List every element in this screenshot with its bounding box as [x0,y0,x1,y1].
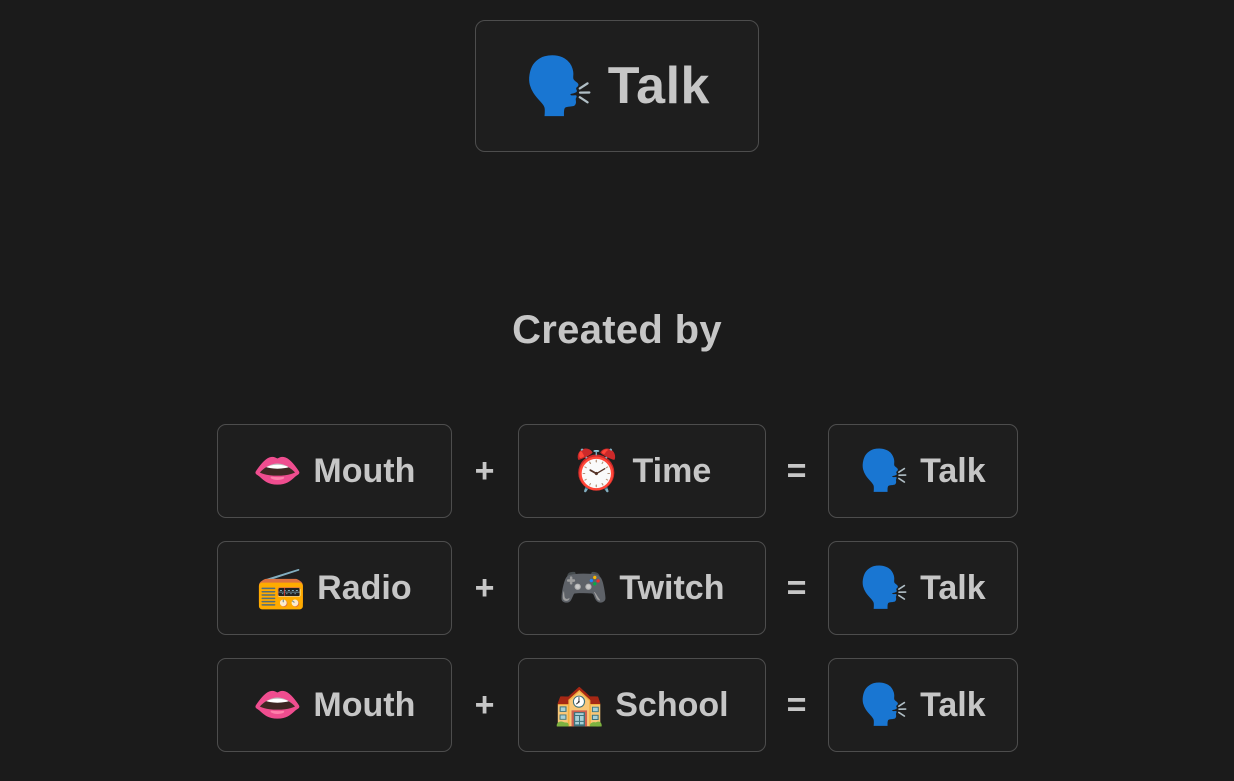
mouth-icon: 👄 [252,683,303,727]
recipe-result[interactable]: 🗣️ Talk [827,658,1018,752]
recipe-result-label: Talk [920,685,986,724]
recipe-result-label: Talk [920,451,986,490]
recipe-ingredient-a[interactable]: 👄 Mouth [216,658,452,752]
recipe-ingredient-b-label: Time [632,451,712,490]
result-card[interactable]: 🗣️ Talk [475,20,759,152]
recipe-ingredient-a-label: Mouth [313,451,416,490]
recipe-ingredient-b-label: School [615,685,729,724]
speaking-head-icon: 🗣️ [524,54,594,117]
recipe-result-label: Talk [920,568,986,607]
equals-operator: = [786,685,807,724]
recipe-ingredient-b[interactable]: ⏰ Time [517,424,766,518]
result-card-container: 🗣️ Talk [0,20,1234,152]
recipe-result[interactable]: 🗣️ Talk [827,424,1018,518]
recipe-row: 👄 Mouth + ⏰ Time = 🗣️ Talk [216,424,1018,518]
recipe-list: 👄 Mouth + ⏰ Time = 🗣️ Talk 📻 Radio + 🎮 T… [0,424,1234,752]
video-game-controller-icon: 🎮 [558,566,609,610]
recipe-ingredient-a-label: Mouth [313,685,416,724]
mouth-icon: 👄 [252,449,303,493]
recipe-ingredient-a[interactable]: 📻 Radio [216,541,452,635]
equals-operator: = [786,451,807,490]
result-card-label: Talk [607,57,710,115]
created-by-heading: Created by [512,308,722,352]
school-icon: 🏫 [554,683,605,727]
alarm-clock-icon: ⏰ [571,449,622,493]
speaking-head-icon: 🗣️ [859,683,910,727]
radio-icon: 📻 [256,566,307,610]
speaking-head-icon: 🗣️ [859,566,910,610]
recipe-ingredient-a[interactable]: 👄 Mouth [216,424,452,518]
recipe-row: 📻 Radio + 🎮 Twitch = 🗣️ Talk [216,541,1018,635]
recipe-result[interactable]: 🗣️ Talk [827,541,1018,635]
recipe-ingredient-b[interactable]: 🎮 Twitch [517,541,766,635]
recipe-row: 👄 Mouth + 🏫 School = 🗣️ Talk [216,658,1018,752]
plus-operator: + [474,568,495,607]
speaking-head-icon: 🗣️ [859,449,910,493]
recipe-ingredient-a-label: Radio [317,568,412,607]
plus-operator: + [474,685,495,724]
recipe-ingredient-b[interactable]: 🏫 School [517,658,766,752]
equals-operator: = [786,568,807,607]
plus-operator: + [474,451,495,490]
recipe-ingredient-b-label: Twitch [619,568,725,607]
